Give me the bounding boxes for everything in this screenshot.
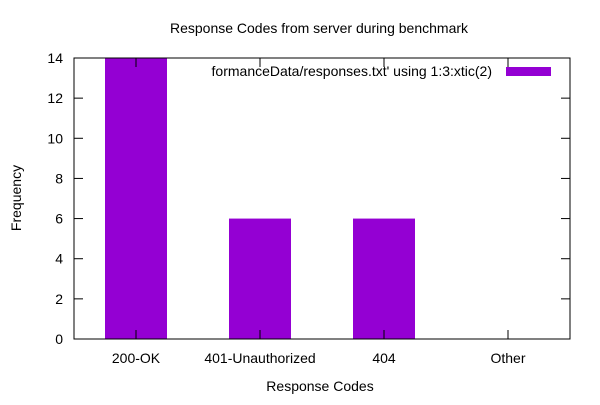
y-tick-label: 14 — [47, 50, 63, 66]
bar-404 — [353, 218, 415, 339]
y-tick-label: 8 — [55, 170, 63, 186]
y-tick-label: 4 — [55, 251, 63, 267]
chart-container: Response Codes from server during benchm… — [0, 0, 600, 400]
bar-200-ok — [105, 58, 167, 339]
x-tick-label: 401-Unauthorized — [204, 350, 315, 366]
y-tick-label: 2 — [55, 291, 63, 307]
chart-title: Response Codes from server during benchm… — [170, 20, 469, 36]
bar-401-unauthorized — [229, 218, 291, 339]
chart-background — [0, 0, 600, 400]
y-axis-label: Frequency — [8, 165, 24, 231]
y-tick-label: 12 — [47, 90, 63, 106]
x-tick-label: Other — [490, 350, 525, 366]
y-tick-label: 10 — [47, 130, 63, 146]
x-axis-label: Response Codes — [266, 378, 373, 394]
bar-chart: Response Codes from server during benchm… — [0, 0, 600, 400]
x-tick-label: 404 — [372, 350, 396, 366]
y-tick-label: 0 — [55, 331, 63, 347]
y-tick-label: 6 — [55, 211, 63, 227]
x-tick-label: 200-OK — [112, 350, 161, 366]
legend-label: formanceData/responses.txt' using 1:3:xt… — [212, 63, 492, 79]
legend-swatch — [506, 67, 551, 76]
